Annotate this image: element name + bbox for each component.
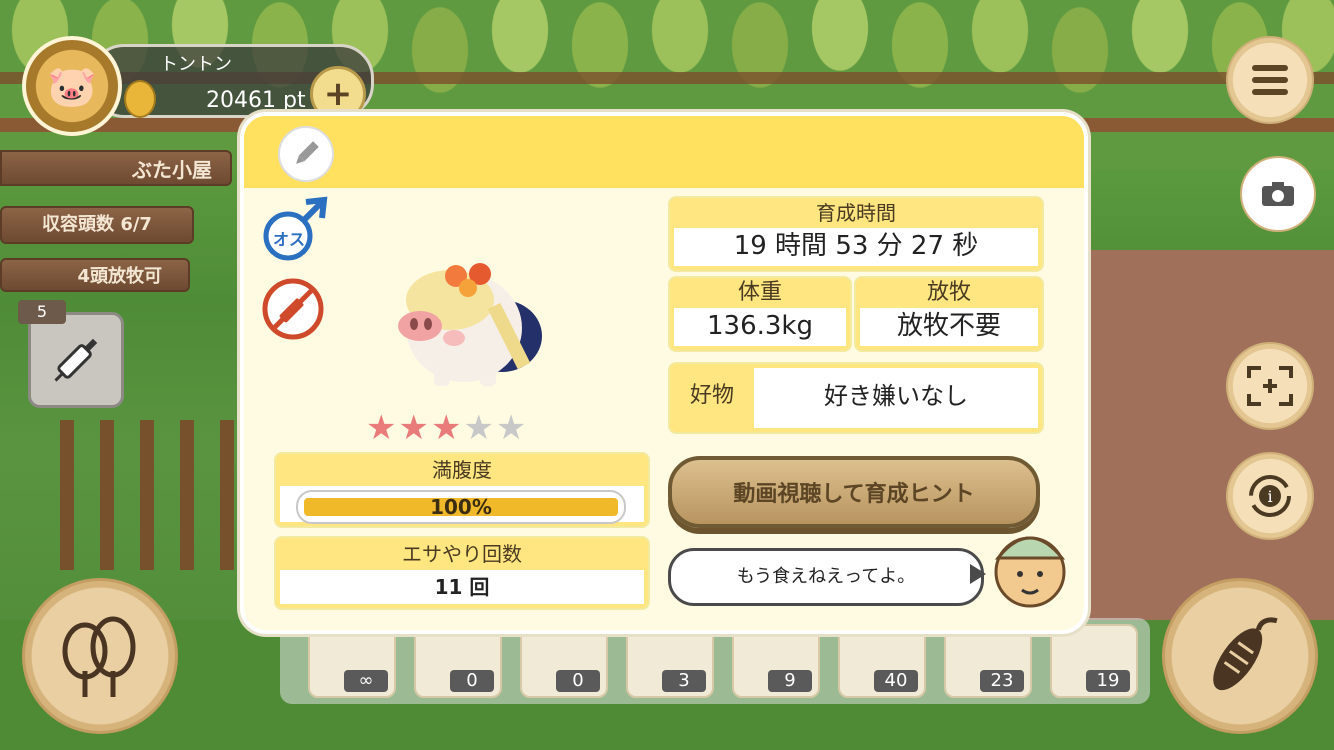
food-slot-acorns[interactable]: 40 [838,624,926,698]
info-cycle-button[interactable]: i [1226,452,1314,540]
syringe-icon [54,338,98,382]
pig-medal-avatar[interactable]: 🐷 [22,36,122,136]
star-filled: ★★★ [366,408,464,448]
hunger-bar: 100% [296,490,626,524]
feed-count-label: エサやり回数 [402,542,522,566]
syringe-button[interactable] [28,312,124,408]
menu-icon [1252,65,1288,95]
hunger-value: 100% [430,495,492,519]
points-value: 20461 pt [206,88,306,113]
food-slot-rice[interactable]: ∞ [308,624,396,698]
focus-button[interactable] [1226,342,1314,430]
weight-value: 136.3kg [674,308,846,346]
raise-time-value: 19 時間 53 分 27 秒 [674,228,1038,266]
food-count: 19 [1086,670,1130,692]
food-slot-mixed-feed[interactable]: 23 [944,624,1032,698]
food-count: 40 [874,670,918,692]
weight-label: 体重 [737,280,782,305]
food-count: 9 [768,670,812,692]
grazing-label: 放牧 [926,280,971,305]
star-empty: ★★ [463,408,529,448]
grazing-available-label: 4頭放牧可 [0,258,190,292]
food-slot-truffle[interactable]: 19 [1050,624,1138,698]
pig-pen-dirt [1060,250,1334,630]
menu-button[interactable] [1226,36,1314,124]
raise-time-panel: 育成時間 19 時間 53 分 27 秒 [668,196,1044,272]
feed-count-value: 11 回 [280,570,644,604]
hut-label: ぶた小屋 [0,150,232,186]
dialog-header [244,116,1084,188]
grazing-panel: 放牧 放牧不要 [854,276,1044,352]
camera-icon [1262,182,1294,206]
farmer-speech-bubble: もう食えねえってよ。 [668,548,984,606]
player-name: トントン [160,54,232,75]
food-count: 0 [556,670,600,692]
raise-time-label: 育成時間 [816,201,896,225]
grazing-value: 放牧不要 [860,308,1038,346]
favorite-label: 好物 [689,383,734,408]
hunger-label: 満腹度 [432,458,492,482]
pig-detail-dialog: オス ★★★★★ 満腹度 100% エサやり回数 11 回 育成時間 19 時間… [240,112,1088,634]
no-medicine-icon [260,276,326,342]
male-icon: オス [260,196,332,262]
food-slot-corn[interactable]: 3 [626,624,714,698]
food-slot-sweet-potato[interactable]: 0 [520,624,608,698]
syringe-count: 5 [18,300,66,324]
food-count: 23 [980,670,1024,692]
feed-count-panel: エサやり回数 11 回 [274,536,650,610]
capacity-label: 収容頭数 6/7 [0,206,194,244]
favorite-food-panel: 好物 好き嫌いなし [668,362,1044,434]
food-slot-peanuts[interactable]: 9 [732,624,820,698]
camera-button[interactable] [1240,156,1316,232]
hunger-panel: 満腹度 100% [274,452,650,528]
pencil-icon [296,141,319,164]
food-count: 3 [662,670,706,692]
feed-button[interactable] [1162,578,1318,734]
food-count: ∞ [344,670,388,692]
coin-icon [124,80,156,118]
sex-label: オス [272,230,305,249]
food-count: 0 [450,670,494,692]
info-refresh-icon: i [1249,475,1291,517]
rating-stars: ★★★★★ [366,408,528,448]
farmer-avatar [984,518,1076,610]
food-slot-beans[interactable]: 0 [414,624,502,698]
trees-icon [62,616,136,697]
focus-frame-icon [1247,366,1293,406]
corn-icon [1213,617,1278,691]
fence-posts [60,420,260,570]
weight-panel: 体重 136.3kg [668,276,852,352]
forest-button[interactable] [22,578,178,734]
pig-character-image [384,246,554,396]
favorite-value: 好き嫌いなし [754,368,1038,428]
svg-text:i: i [1267,487,1272,506]
edit-name-button[interactable] [278,126,334,182]
